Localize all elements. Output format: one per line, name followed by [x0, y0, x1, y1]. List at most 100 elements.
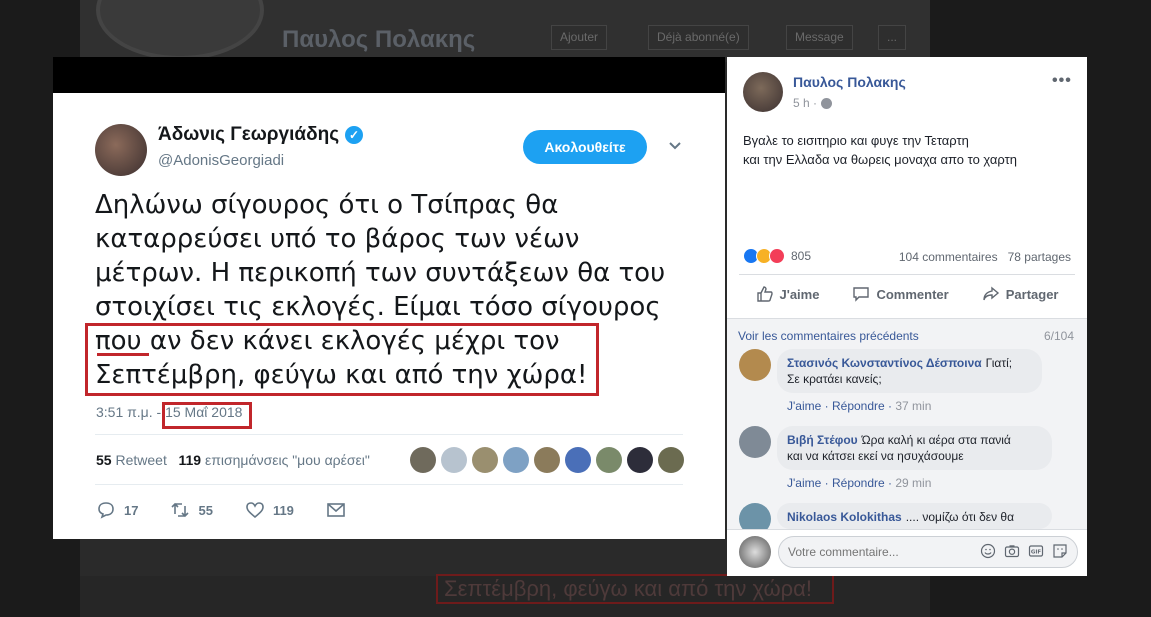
like-post-label: J'aime [779, 286, 820, 302]
camera-icon[interactable] [1004, 543, 1020, 559]
background-profile-name: Παυλος Πολακης [282, 26, 476, 53]
post-text: Βγαλε το εισιτηριο και φυγε την Τεταρτη … [743, 131, 1073, 169]
comment-icon [853, 287, 870, 302]
liker-avatar[interactable] [534, 447, 560, 473]
divider [95, 434, 683, 435]
tweet-stats: 55 Retweet 119 επισημάνσεις "μου αρέσει" [96, 452, 370, 468]
share-button[interactable]: Partager [982, 285, 1059, 303]
more-options-icon[interactable]: ••• [1052, 72, 1072, 90]
emoji-icon[interactable] [980, 543, 996, 559]
comment-like-link[interactable]: J'aime [787, 476, 821, 490]
comment-text: Ώρα καλή κι αέρα στα πανιά [861, 433, 1011, 447]
comment-position: 6/104 [1044, 329, 1075, 343]
post-author-avatar[interactable] [743, 72, 783, 112]
highlight-box-date [162, 402, 252, 429]
background-add-friend-button: Ajouter [551, 25, 608, 50]
comment-author[interactable]: Nikolaos Kolokithas [787, 510, 902, 524]
tweet-text-line: στοιχίσει τις εκλογές. Είμαι τόσο σίγουρ… [95, 292, 661, 322]
comment-label: Commenter [876, 286, 949, 302]
tweet-text-line: Δηλώνω σίγουρος ότι ο Τσίπρας θα [95, 190, 559, 220]
comment-author[interactable]: Στασινός Κωνσταντίνος Δέσποινα [787, 356, 982, 370]
tweet-actions: 17 55 119 [96, 500, 378, 520]
reaction-count: 805 [791, 249, 812, 263]
comment-time[interactable]: 29 min [895, 476, 931, 490]
comment-bubble: Στασινός Κωνσταντίνος Δέσποινα Γιατί; Σε … [777, 349, 1042, 393]
post-text-line: και την Ελλαδα να θωρεις μοναχα απο το χ… [743, 152, 1017, 167]
reply-button[interactable]: 17 [96, 500, 138, 520]
share-label: Partager [1005, 286, 1059, 302]
reactions-summary[interactable]: 805 [743, 248, 811, 264]
retweet-count: 55 [96, 452, 112, 468]
divider [739, 274, 1075, 275]
like-count: 119 [178, 452, 202, 468]
love-reaction-icon [769, 248, 785, 264]
comment-bubble: Nikolaos Kolokithas.... νομίζω ότι δεν θ… [777, 503, 1052, 529]
liker-avatar[interactable] [441, 447, 467, 473]
reply-count: 17 [124, 502, 139, 518]
retweet-icon [171, 502, 190, 518]
sticker-icon[interactable] [1052, 543, 1068, 559]
liker-avatar[interactable] [658, 447, 684, 473]
tweet-author: Άδωνις Γεωργιάδης ✓ [158, 124, 364, 146]
background-message-button: Message [786, 25, 853, 50]
retweet-button[interactable]: 55 [170, 500, 213, 520]
thumbs-up-icon [756, 286, 773, 302]
comment-text: Σε κρατάει κανείς; [787, 372, 882, 386]
comment-text: Γιατί; [985, 356, 1013, 370]
svg-text:GIF: GIF [1031, 550, 1042, 556]
background-more-button: ... [878, 25, 907, 50]
post-author-name[interactable]: Παυλος Πολακης [793, 74, 906, 90]
post-time[interactable]: 5 h · [793, 96, 817, 110]
post-counts: 104 commentaires 78 partages [899, 250, 1071, 264]
comments-count[interactable]: 104 commentaires [899, 250, 998, 264]
gif-icon[interactable]: GIF [1028, 543, 1044, 559]
post-actions: J'aime Commenter Partager [739, 285, 1075, 303]
tweet-author-avatar [95, 124, 147, 176]
comment-links: J'aime · Répondre · 29 min [787, 476, 932, 490]
highlight-box-quote [85, 323, 599, 396]
comment-reply-link[interactable]: Répondre [832, 476, 885, 490]
highlight-underline [97, 353, 149, 356]
retweet-label: Retweet [115, 452, 167, 468]
post-meta: 5 h · [793, 96, 833, 110]
post-text-line: Βγαλε το εισιτηριο και φυγε την Τεταρτη [743, 133, 969, 148]
globe-icon [821, 97, 833, 109]
comment-reply-link[interactable]: Répondre [832, 399, 885, 413]
liker-avatar[interactable] [565, 447, 591, 473]
comment-like-link[interactable]: J'aime [787, 399, 821, 413]
divider [95, 484, 683, 485]
commenter-avatar[interactable] [739, 426, 771, 458]
comment-time[interactable]: 37 min [895, 399, 931, 413]
shares-count[interactable]: 78 partages [1008, 250, 1071, 264]
liker-avatar[interactable] [410, 447, 436, 473]
reply-icon [98, 502, 114, 519]
share-icon [983, 286, 999, 301]
comment-links: J'aime · Répondre · 37 min [787, 399, 932, 413]
like-button[interactable]: 119 [245, 500, 294, 520]
retweet-action-count: 55 [198, 502, 213, 518]
like-action-count: 119 [272, 502, 294, 518]
comment-author[interactable]: Βιβή Στέφου [787, 433, 858, 447]
commenter-avatar[interactable] [739, 349, 771, 381]
liker-avatar[interactable] [472, 447, 498, 473]
comment-text: και να κάτσει εκεί να ησυχάσουμε [787, 449, 964, 463]
view-previous-comments-link[interactable]: Voir les commentaires précédents [738, 329, 919, 343]
like-label: επισημάνσεις "μου αρέσει" [204, 452, 370, 468]
like-post-button[interactable]: J'aime [756, 285, 820, 303]
envelope-icon [327, 503, 345, 517]
tweet-author-name: Άδωνις Γεωργιάδης [158, 124, 340, 145]
background-tweet-echo: Σεπτέμβρη, φεύγω και από την χώρα! [436, 574, 834, 604]
liker-avatars [410, 447, 684, 473]
composer-tools: GIF [980, 543, 1068, 559]
comment-bubble: Βιβή Στέφου Ώρα καλή κι αέρα στα πανιά κα… [777, 426, 1052, 470]
liker-avatar[interactable] [627, 447, 653, 473]
liker-avatar[interactable] [503, 447, 529, 473]
chevron-down-icon[interactable] [668, 138, 682, 152]
follow-button[interactable]: Ακολουθείτε [523, 130, 647, 164]
liker-avatar[interactable] [596, 447, 622, 473]
comment-button[interactable]: Commenter [852, 285, 949, 303]
verified-badge-icon: ✓ [345, 126, 364, 144]
direct-message-button[interactable] [326, 500, 346, 520]
tweet-handle: @AdonisGeorgiadi [158, 152, 285, 169]
current-user-avatar [739, 536, 771, 568]
